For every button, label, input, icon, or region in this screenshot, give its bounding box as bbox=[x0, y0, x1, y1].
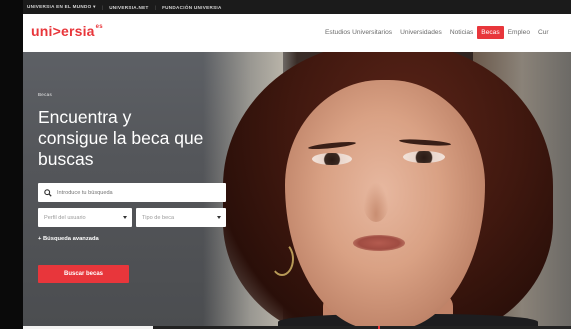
hero-photo-earring bbox=[270, 242, 294, 276]
hero-content: Becas Encuentra y consigue la beca que b… bbox=[38, 92, 233, 170]
section-tag[interactable]: Becas bbox=[38, 92, 233, 97]
logo-country: es bbox=[95, 24, 103, 30]
hero-photo-eye bbox=[312, 153, 352, 165]
search-icon bbox=[44, 188, 52, 197]
nav-item-cursos[interactable]: Cur bbox=[534, 26, 553, 39]
main-nav: Estudios Universitarios Universidades No… bbox=[321, 26, 553, 39]
perfil-select[interactable]: Perfil del usuario bbox=[38, 208, 132, 227]
hero-title: Encuentra y consigue la beca que buscas bbox=[38, 107, 204, 169]
hero-photo-nose bbox=[363, 182, 389, 222]
chevron-down-icon bbox=[123, 216, 127, 219]
advanced-search-link[interactable]: + Búsqueda avanzada bbox=[38, 236, 99, 242]
hero-photo-eye bbox=[403, 151, 445, 163]
nav-item-becas[interactable]: Becas bbox=[477, 26, 504, 39]
nav-item-estudios[interactable]: Estudios Universitarios bbox=[321, 26, 396, 39]
nav-item-empleo[interactable]: Empleo bbox=[504, 26, 534, 39]
browser-viewport: UNIVERSIA EN EL MUNDO ▾ | UNIVERSIA.NET … bbox=[23, 0, 571, 329]
nav-item-universidades[interactable]: Universidades bbox=[396, 26, 446, 39]
site-header: uni>ersiaes Estudios Universitarios Univ… bbox=[23, 14, 571, 52]
topbar-link-fundacion[interactable]: FUNDACIÓN UNIVERSIA bbox=[162, 5, 222, 10]
hero-photo-lips bbox=[353, 235, 405, 251]
topbar-separator: | bbox=[154, 4, 157, 10]
chevron-down-icon bbox=[217, 216, 221, 219]
topbar-link-universia-net[interactable]: UNIVERSIA.NET bbox=[109, 5, 148, 10]
search-becas-button[interactable]: Buscar becas bbox=[38, 265, 129, 283]
nav-item-noticias[interactable]: Noticias bbox=[446, 26, 477, 39]
tipo-select-value: Tipo de beca bbox=[142, 214, 175, 221]
topbar-separator: | bbox=[101, 4, 104, 10]
tipo-beca-select[interactable]: Tipo de beca bbox=[136, 208, 226, 227]
search-input[interactable] bbox=[57, 189, 222, 196]
search-box[interactable] bbox=[38, 183, 226, 202]
hero-banner: Becas Encuentra y consigue la beca que b… bbox=[23, 52, 571, 326]
top-utility-bar: UNIVERSIA EN EL MUNDO ▾ | UNIVERSIA.NET … bbox=[23, 0, 571, 14]
universia-logo[interactable]: uni>ersiaes bbox=[31, 23, 103, 39]
topbar-link-mundo[interactable]: UNIVERSIA EN EL MUNDO ▾ bbox=[27, 4, 96, 10]
logo-text: uni>ersia bbox=[31, 23, 95, 39]
perfil-select-value: Perfil del usuario bbox=[44, 214, 86, 221]
